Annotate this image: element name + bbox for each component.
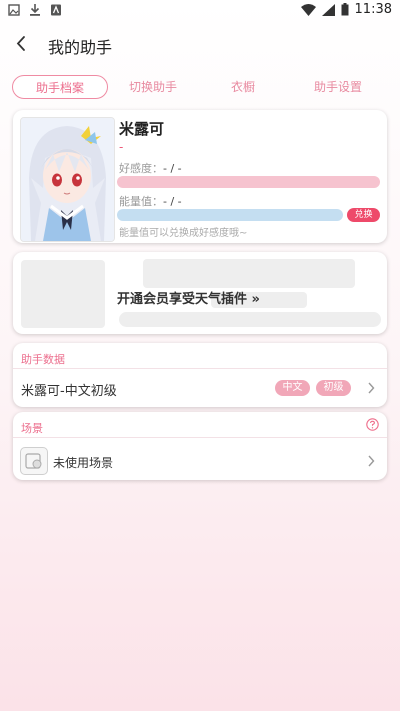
gallery-notification-icon xyxy=(8,4,20,16)
divider xyxy=(13,437,387,438)
status-bar: 11:38 xyxy=(0,0,400,22)
assistant-avatar[interactable] xyxy=(20,117,115,242)
tab-bar: 助手档案 切换助手 衣橱 助手设置 xyxy=(12,75,388,99)
assistant-name: 米露可 xyxy=(119,120,165,138)
energy-hint: 能量值可以兑换成好感度哦~ xyxy=(119,228,248,239)
assistant-subtitle: - xyxy=(119,140,124,154)
promo-placeholder-bar xyxy=(119,312,381,327)
signal-icon xyxy=(321,3,335,16)
app-notification-icon xyxy=(51,4,61,16)
section-title: 助手数据 xyxy=(21,353,65,366)
chevron-right-icon xyxy=(368,382,375,394)
promo-text: 开通会员享受天气插件 » xyxy=(117,292,260,307)
assistant-profile-card: 米露可 - 好感度：- / - 能量值：- / - 兑换 能量值可以兑换成好感度… xyxy=(13,110,387,243)
download-notification-icon xyxy=(30,4,40,16)
back-arrow-icon[interactable] xyxy=(10,32,34,56)
scene-text: 未使用场景 xyxy=(53,456,114,470)
status-time: 11:38 xyxy=(354,2,392,17)
tab-assistant-settings[interactable]: 助手设置 xyxy=(288,75,388,99)
help-icon[interactable] xyxy=(366,418,379,431)
energy-bar xyxy=(117,209,343,221)
favor-row: 好感度：- / - xyxy=(119,160,182,176)
favor-label: 好感度： xyxy=(119,162,163,175)
page-title: 我的助手 xyxy=(48,38,113,57)
assistant-data-card: 助手数据 米露可-中文初级 中文 初级 xyxy=(13,343,387,407)
favor-bar xyxy=(117,176,380,188)
language-badge: 中文 xyxy=(275,380,310,396)
wifi-icon xyxy=(300,3,316,16)
scene-thumbnail-icon xyxy=(20,447,48,475)
battery-icon xyxy=(341,3,349,16)
chevron-right-icon xyxy=(368,455,375,467)
promo-image-placeholder xyxy=(21,260,105,328)
energy-value: - / - xyxy=(163,195,182,208)
tab-switch-assistant[interactable]: 切换助手 xyxy=(108,75,198,99)
energy-label: 能量值： xyxy=(119,195,163,208)
tab-assistant-profile[interactable]: 助手档案 xyxy=(12,75,108,99)
tab-wardrobe[interactable]: 衣橱 xyxy=(198,75,288,99)
vip-weather-promo-card[interactable]: 开通会员享受天气插件 » xyxy=(13,252,387,334)
energy-row: 能量值：- / - xyxy=(119,193,182,209)
scene-card: 场景 未使用场景 xyxy=(13,412,387,480)
level-badge: 初级 xyxy=(316,380,351,396)
promo-placeholder-block xyxy=(143,259,355,288)
section-title: 场景 xyxy=(21,422,43,435)
divider xyxy=(13,368,387,369)
exchange-button[interactable]: 兑换 xyxy=(347,208,380,222)
app-header: 我的助手 xyxy=(0,28,400,62)
assistant-data-text: 米露可-中文初级 xyxy=(21,384,117,399)
anime-character-illustration xyxy=(21,118,114,241)
favor-value: - / - xyxy=(163,162,182,175)
